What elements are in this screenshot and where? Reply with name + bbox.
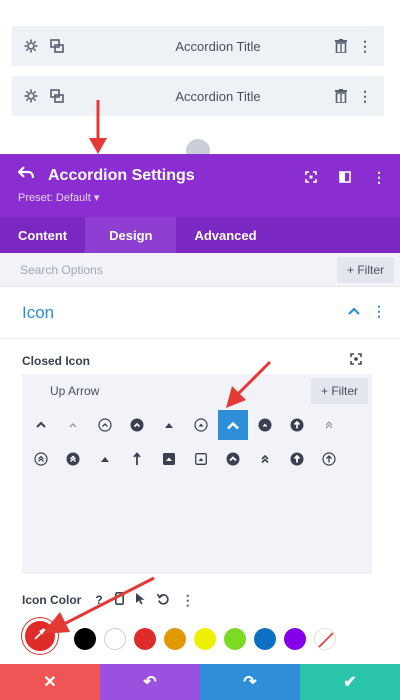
redo-button[interactable]: ↷ (200, 664, 300, 700)
gear-icon[interactable] (24, 89, 38, 103)
icon-color-field-header: Icon Color ? ⋮ (22, 592, 195, 608)
circle-double-chevron-up-filled-icon[interactable] (58, 444, 88, 474)
cursor-icon[interactable] (135, 592, 145, 608)
module-list: Accordion Title ⋮ Accordion Title ⋮ (0, 0, 400, 163)
more-options-icon[interactable]: ⋮ (372, 170, 386, 184)
closed-icon-label: Closed Icon (22, 354, 91, 368)
accordion-item-row[interactable]: Accordion Title ⋮ (12, 76, 384, 116)
circle-arrow-up-filled-icon[interactable] (282, 410, 312, 440)
panel-title: Accordion Settings (48, 166, 195, 184)
chevron-up-icon[interactable] (348, 304, 360, 322)
search-input[interactable]: Search Options (20, 263, 103, 277)
action-bar: ✕ ↶ ↷ ✔ (0, 664, 400, 700)
icon-picker: Up Arrow + Filter (22, 374, 372, 574)
accordion-item-title: Accordion Title (175, 88, 261, 104)
checkmark-icon: ✔ (343, 674, 357, 691)
trash-icon[interactable] (334, 39, 348, 53)
double-chevron-up-icon[interactable] (250, 444, 280, 474)
color-swatch-orange[interactable] (164, 628, 186, 650)
panel-header: Accordion Settings Preset: Default ▾ ⋮ (0, 154, 400, 217)
color-swatch-yellow[interactable] (194, 628, 216, 650)
square-caret-up-outline-icon[interactable] (186, 444, 216, 474)
tab-content[interactable]: Content (0, 217, 85, 253)
save-button[interactable]: ✔ (300, 664, 400, 700)
square-caret-up-filled-icon[interactable] (154, 444, 184, 474)
icon-picker-selected-value: Up Arrow (50, 384, 100, 398)
up-arrow-selected-icon[interactable] (218, 410, 248, 440)
circle-chevron-up-outline-icon[interactable] (90, 410, 120, 440)
circle-arrow-up-outline-icon[interactable] (314, 444, 344, 474)
back-icon[interactable] (17, 166, 35, 185)
discard-button[interactable]: ✕ (0, 664, 100, 700)
circle-caret-up-outline-icon[interactable] (186, 410, 216, 440)
close-icon: ✕ (43, 674, 57, 691)
closed-icon-field-header: Closed Icon (22, 352, 362, 370)
more-options-icon[interactable]: ⋮ (358, 39, 372, 53)
reset-icon[interactable] (156, 593, 169, 608)
section-title: Icon (22, 302, 55, 322)
duplicate-icon[interactable] (50, 89, 64, 103)
color-swatch-row (22, 618, 392, 656)
undo-button[interactable]: ↶ (100, 664, 200, 700)
undo-icon: ↶ (143, 674, 157, 691)
preset-selector[interactable]: Preset: Default ▾ (18, 191, 382, 204)
circle-chevron-up-filled-icon[interactable] (122, 410, 152, 440)
circle-arrow-up-bold-icon[interactable] (282, 444, 312, 474)
tab-advanced[interactable]: Advanced (176, 217, 274, 253)
settings-panel: Accordion Settings Preset: Default ▾ ⋮ C… (0, 154, 400, 700)
eyedropper-icon (33, 627, 47, 646)
circle-caret-up-filled-icon[interactable] (250, 410, 280, 440)
accordion-item-title: Accordion Title (175, 38, 261, 54)
color-swatch-black[interactable] (74, 628, 96, 650)
help-icon[interactable]: ? (95, 593, 102, 607)
thin-chevron-up-icon[interactable] (58, 410, 88, 440)
double-chevron-up-thin-icon[interactable] (314, 410, 344, 440)
small-caret-up-icon[interactable] (90, 444, 120, 474)
caret-up-icon[interactable] (154, 410, 184, 440)
color-swatch-white[interactable] (104, 628, 126, 650)
color-swatch-purple[interactable] (284, 628, 306, 650)
gear-icon[interactable] (24, 39, 38, 53)
color-swatch-green[interactable] (224, 628, 246, 650)
redo-icon: ↷ (243, 674, 257, 691)
icon-filter-button[interactable]: + Filter (310, 378, 368, 404)
icon-section-header[interactable]: Icon ⋮ (0, 287, 400, 339)
search-options-bar: Search Options + Filter (0, 253, 400, 287)
more-options-icon[interactable]: ⋮ (372, 304, 386, 322)
split-view-icon[interactable] (338, 170, 352, 184)
tab-design[interactable]: Design (85, 217, 177, 253)
eyedropper-button[interactable] (22, 618, 58, 654)
arrow-up-line-icon[interactable] (122, 444, 152, 474)
chevron-up-icon[interactable] (26, 410, 56, 440)
tab-bar: Content Design Advanced (0, 217, 400, 253)
fullscreen-icon[interactable] (350, 352, 362, 370)
filter-button[interactable]: + Filter (336, 256, 394, 283)
more-options-icon[interactable]: ⋮ (358, 89, 372, 103)
icon-color-label: Icon Color (22, 593, 82, 607)
color-swatch-red[interactable] (134, 628, 156, 650)
mobile-icon[interactable] (114, 592, 124, 608)
duplicate-icon[interactable] (50, 39, 64, 53)
circle-chevron-up-bold-icon[interactable] (218, 444, 248, 474)
expand-icon[interactable] (304, 170, 318, 184)
color-swatch-blue[interactable] (254, 628, 276, 650)
more-options-icon[interactable]: ⋮ (181, 593, 195, 607)
accordion-item-row[interactable]: Accordion Title ⋮ (12, 26, 384, 66)
no-color-swatch[interactable] (314, 628, 336, 650)
trash-icon[interactable] (334, 89, 348, 103)
circle-double-chevron-up-outline-icon[interactable] (26, 444, 56, 474)
